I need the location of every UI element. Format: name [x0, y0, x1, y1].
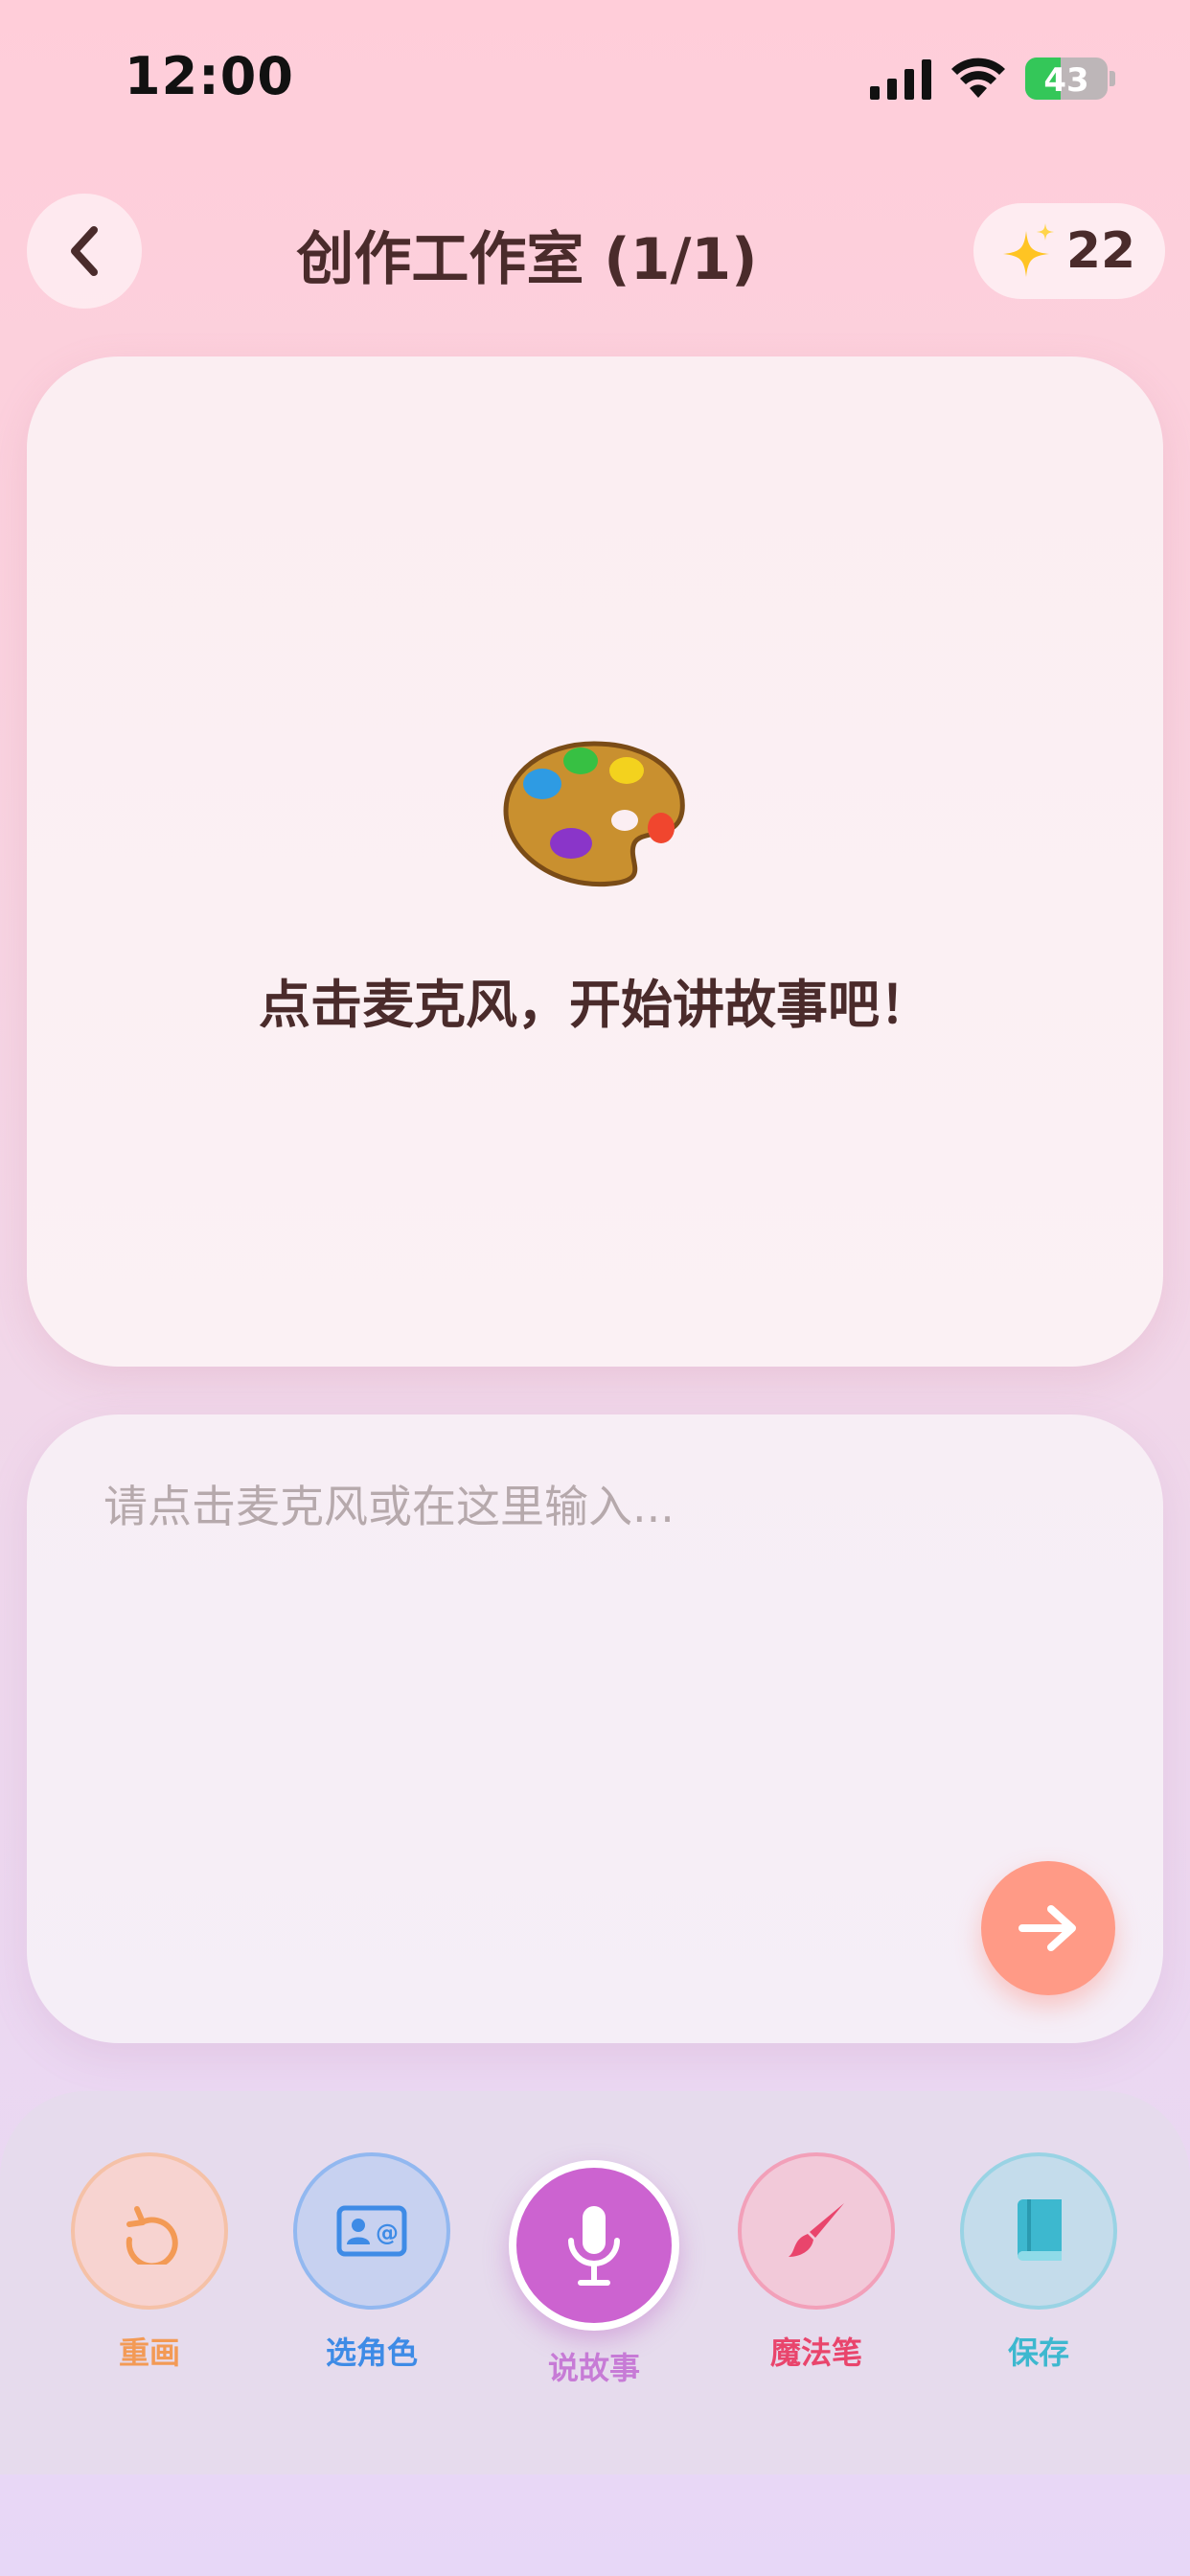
microphone-icon [568, 2206, 620, 2286]
battery-cap [1110, 71, 1115, 86]
battery-icon: 43 [1025, 58, 1108, 100]
magic-pen-circle [738, 2152, 895, 2310]
battery-level: 43 [1043, 61, 1089, 100]
palette-icon [503, 741, 685, 887]
save-label: 保存 [1007, 2334, 1069, 2371]
sparkles-icon [1002, 223, 1054, 277]
credits-count: 22 [1065, 222, 1136, 280]
paintbrush-icon [789, 2203, 844, 2257]
book-icon [1018, 2199, 1062, 2262]
magic-pen-label: 魔法笔 [769, 2334, 862, 2371]
canvas-hint: 点击麦克风，开始讲故事吧！ [259, 975, 931, 1035]
redo-icon [126, 2206, 178, 2265]
chevron-left-icon [71, 226, 98, 276]
contact-card-icon: @ [336, 2205, 407, 2257]
tell-story-label: 说故事 [547, 2350, 640, 2386]
status-bar: 12:00 43 [0, 0, 1190, 153]
microphone-circle [509, 2160, 679, 2331]
wifi-icon [951, 58, 1005, 98]
choose-character-button[interactable]: @ 选角色 [276, 2152, 468, 2373]
redraw-button[interactable]: 重画 [54, 2152, 245, 2373]
redraw-circle [71, 2152, 228, 2310]
status-time: 12:00 [125, 46, 294, 106]
choose-character-label: 选角色 [325, 2334, 418, 2371]
arrow-right-icon [1018, 1905, 1076, 1951]
choose-character-circle: @ [293, 2152, 450, 2310]
redraw-label: 重画 [118, 2334, 180, 2371]
story-input[interactable] [103, 1472, 1081, 1913]
save-circle [960, 2152, 1117, 2310]
cellular-signal-icon [870, 59, 931, 100]
page-title: 创作工作室 (1/1) [296, 226, 758, 293]
magic-pen-button[interactable]: 魔法笔 [721, 2152, 912, 2373]
credits-badge[interactable]: 22 [973, 203, 1165, 299]
svg-text:@: @ [376, 2220, 399, 2246]
back-button[interactable] [27, 194, 142, 309]
send-button[interactable] [981, 1861, 1115, 1995]
tell-story-button[interactable]: 说故事 [498, 2160, 690, 2388]
save-button[interactable]: 保存 [943, 2152, 1134, 2373]
